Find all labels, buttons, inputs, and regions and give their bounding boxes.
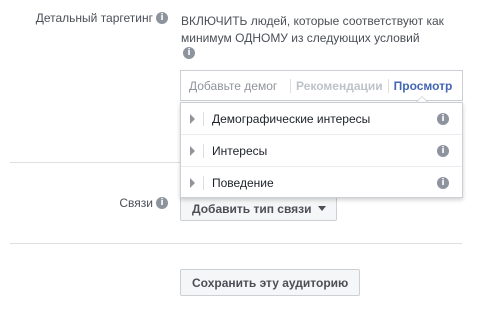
dropdown-item-label: Интересы	[212, 143, 268, 158]
info-icon[interactable]	[437, 112, 449, 125]
active-tab-indicator	[415, 95, 428, 102]
expand-arrow-icon[interactable]	[190, 113, 195, 124]
add-connection-type-button[interactable]: Добавить тип связи	[180, 196, 337, 221]
info-icon[interactable]	[437, 144, 449, 157]
expand-arrow-icon[interactable]	[190, 145, 195, 156]
connections-label: Связи	[119, 196, 168, 210]
save-audience-button[interactable]: Сохранить эту аудиторию	[180, 269, 361, 296]
add-connection-type-label: Добавить тип связи	[192, 201, 312, 216]
browse-dropdown: Демографические интересы Интересы Поведе…	[180, 102, 463, 198]
targeting-search-box[interactable]: Добавьте демог Рекомендации Просмотр	[180, 70, 463, 102]
browse-tab-label: Просмотр	[393, 78, 453, 93]
targeting-search-input[interactable]: Добавьте демог	[181, 79, 285, 93]
info-icon[interactable]	[437, 177, 449, 189]
separator	[290, 78, 291, 93]
detailed-targeting-label: Детальный таргетинг	[36, 11, 168, 25]
separator	[203, 111, 204, 126]
dropdown-item-label: Демографические интересы	[212, 111, 371, 126]
separator	[387, 78, 389, 93]
recommendations-tab[interactable]: Рекомендации	[296, 79, 383, 93]
dropdown-item-interests[interactable]: Интересы	[181, 135, 462, 167]
info-icon[interactable]	[156, 196, 168, 209]
connections-label-text: Связи	[119, 196, 153, 210]
separator	[203, 176, 204, 190]
browse-tab[interactable]: Просмотр	[393, 78, 453, 102]
targeting-description: ВКЛЮЧИТЬ людей, которые соответствуют ка…	[181, 14, 444, 45]
info-icon[interactable]	[156, 11, 168, 24]
save-audience-label: Сохранить эту аудиторию	[192, 275, 349, 290]
expand-arrow-icon[interactable]	[190, 178, 195, 188]
section-divider	[10, 243, 462, 244]
chevron-down-icon	[317, 206, 326, 211]
separator	[203, 143, 204, 158]
dropdown-item-demographics[interactable]: Демографические интересы	[181, 103, 462, 135]
dropdown-item-behaviors[interactable]: Поведение	[181, 167, 462, 199]
dropdown-item-label: Поведение	[212, 176, 274, 190]
info-icon[interactable]	[183, 47, 195, 59]
detailed-targeting-label-text: Детальный таргетинг	[35, 11, 153, 25]
